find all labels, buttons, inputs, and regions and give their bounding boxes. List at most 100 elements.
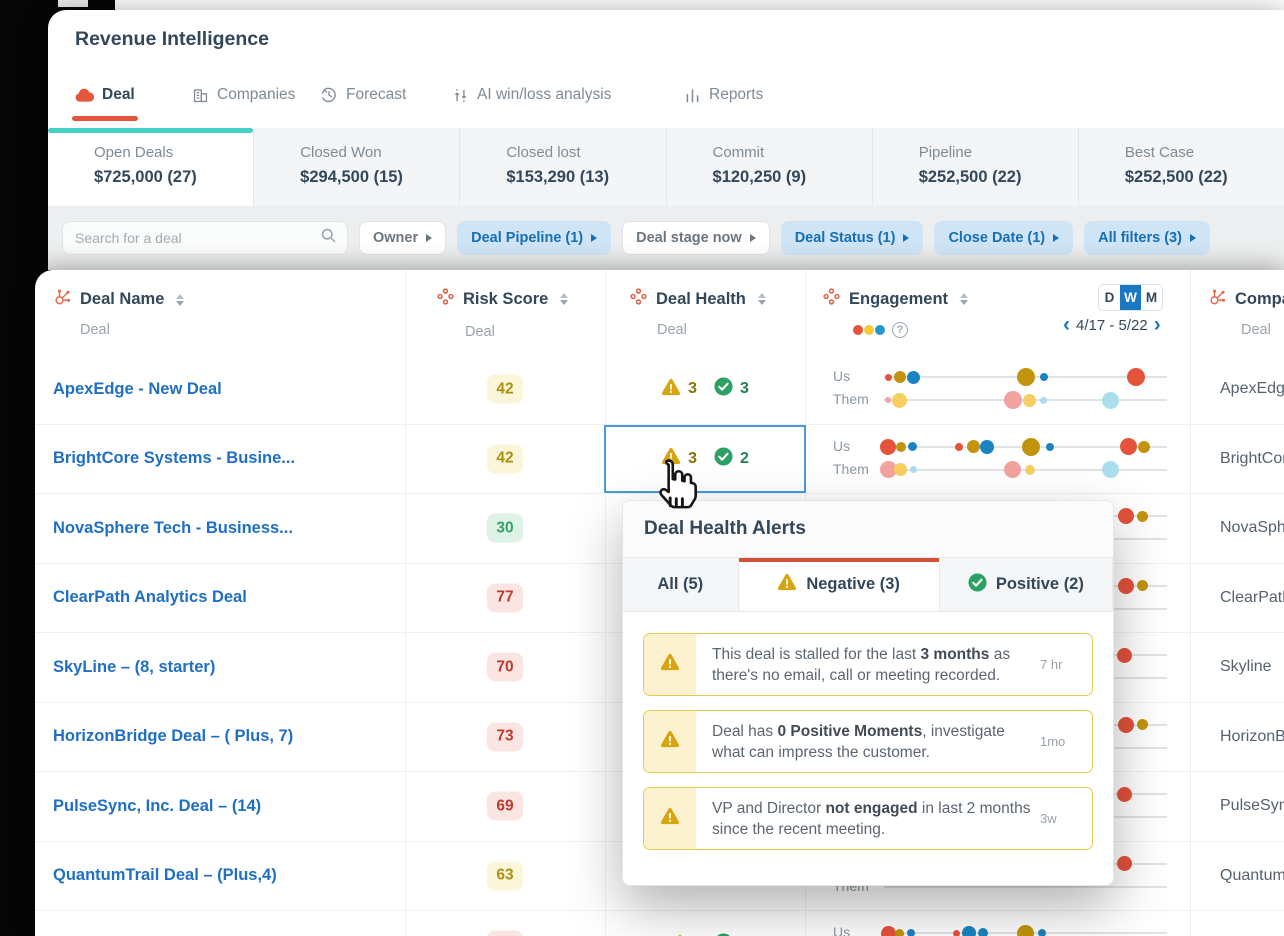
caret-right-icon [426, 234, 432, 242]
engagement-dot [967, 440, 980, 453]
engagement-dot [907, 371, 920, 384]
nav-tab-deal[interactable]: Deal [75, 80, 135, 110]
deal-name-link[interactable]: ClearPath Analytics Deal [53, 564, 247, 633]
engagement-dot [1118, 717, 1134, 733]
deal-name-header[interactable]: Deal Name [53, 288, 184, 311]
nav-tab-forecast[interactable]: Forecast [320, 80, 406, 110]
summary-card-closed-lost[interactable]: Closed lost$153,290 (13) [459, 128, 665, 206]
period-option-m[interactable]: M [1141, 285, 1162, 310]
search-input[interactable] [75, 230, 320, 246]
moments-icon [630, 288, 647, 310]
engagement-dot [1120, 438, 1137, 455]
health-alert-card[interactable]: Deal has 0 Positive Moments, investigate… [643, 710, 1093, 773]
sort-toggle-icon[interactable] [758, 293, 766, 305]
screen: Revenue Intelligence Deal Companies Foreca… [0, 0, 1284, 936]
engagement-dot [885, 374, 892, 381]
risk-score-badge: 73 [487, 722, 523, 751]
deal-health-cell[interactable] [605, 911, 805, 936]
filter-chip-deal-status-1-[interactable]: Deal Status (1) [781, 221, 924, 255]
engagement-dot [881, 926, 896, 936]
summary-card-open-deals[interactable]: Open Deals$725,000 (27) [48, 128, 253, 206]
engagement-dot [1023, 394, 1036, 407]
search-deal-box[interactable] [62, 221, 348, 255]
popup-tab-negative-3-[interactable]: Negative (3) [739, 558, 940, 611]
nav-tab-companies[interactable]: Companies [192, 80, 295, 110]
us-label: Us [833, 438, 850, 454]
sort-toggle-icon[interactable] [560, 293, 568, 305]
forecast-icon [320, 86, 338, 104]
alert-timestamp: 3w [1040, 788, 1092, 849]
deal-name-link[interactable]: NovaSphere Tech - Business... [53, 494, 293, 563]
filter-chip-close-date-1-[interactable]: Close Date (1) [934, 221, 1073, 255]
chip-label: All filters (3) [1098, 230, 1182, 246]
them-label: Them [833, 391, 869, 407]
chevron-left-icon[interactable]: ‹ [1063, 316, 1070, 334]
engagement-dot [1137, 511, 1148, 522]
us-label: Us [833, 924, 850, 936]
chip-label: Deal Status (1) [795, 230, 896, 246]
card-label: Best Case [1125, 144, 1274, 161]
negative-count: 3 [688, 380, 697, 398]
alert-stripe [644, 711, 696, 772]
sort-toggle-icon[interactable] [176, 294, 184, 306]
help-icon[interactable]: ? [892, 322, 908, 338]
summary-card-closed-won[interactable]: Closed Won$294,500 (15) [253, 128, 459, 206]
risk-score-badge: 70 [487, 653, 523, 682]
popup-title: Deal Health Alerts [623, 501, 1113, 558]
summary-card-best-case[interactable]: Best Case$252,500 (22) [1078, 128, 1284, 206]
alert-timestamp: 7 hr [1040, 634, 1092, 695]
caret-right-icon [750, 234, 756, 242]
alert-text: Deal has 0 Positive Moments, investigate… [696, 711, 1040, 772]
period-toggle[interactable]: DWM [1098, 284, 1163, 311]
engagement-dot [1004, 461, 1021, 478]
deal-health-header-sub: Deal [657, 322, 687, 338]
deal-name-header-label: Deal Name [80, 290, 164, 309]
caret-right-icon [591, 234, 597, 242]
engagement-dot [1040, 373, 1048, 381]
company-header-label: Company [1235, 290, 1284, 309]
table-row[interactable]: UsThem [35, 911, 1284, 936]
summary-card-pipeline[interactable]: Pipeline$252,500 (22) [872, 128, 1078, 206]
card-label: Pipeline [919, 144, 1068, 161]
deal-name-link[interactable]: ApexEdge - New Deal [53, 355, 222, 424]
nav-tab-reports[interactable]: Reports [684, 80, 763, 110]
summary-card-commit[interactable]: Commit$120,250 (9) [666, 128, 872, 206]
risk-score-header[interactable]: Risk Score [437, 288, 568, 310]
engagement-dot [1102, 461, 1119, 478]
filter-chip-all-filters-3-[interactable]: All filters (3) [1084, 221, 1210, 255]
company-header[interactable]: Company [1208, 288, 1284, 311]
engagement-header[interactable]: Engagement [823, 288, 968, 310]
deal-name-link[interactable]: HorizonBridge Deal – ( Plus, 7) [53, 703, 293, 772]
deal-name-link[interactable]: SkyLine – (8, starter) [53, 633, 215, 702]
filter-chip-deal-pipeline-1-[interactable]: Deal Pipeline (1) [457, 221, 611, 255]
table-row[interactable]: ApexEdge - New Deal4233UsThemApexEdge [35, 355, 1284, 425]
nav-tab-ai-win-loss-analysis[interactable]: AI win/loss analysis [452, 80, 611, 110]
filter-chip-owner[interactable]: Owner [359, 221, 446, 255]
chevron-right-icon[interactable]: › [1154, 316, 1161, 334]
sprocket-icon [53, 288, 71, 311]
company-header-sub: Deal [1241, 322, 1271, 338]
warning-icon [661, 447, 681, 470]
deal-health-cell[interactable]: 32 [605, 425, 805, 494]
deal-health-cell[interactable]: 33 [605, 355, 805, 424]
popup-tab-all-5-[interactable]: All (5) [623, 558, 739, 611]
deal-name-link[interactable]: PulseSync, Inc. Deal – (14) [53, 772, 261, 841]
legend-dot-icon [864, 325, 874, 335]
deal-health-header[interactable]: Deal Health [630, 288, 766, 310]
filter-chip-deal-stage-now[interactable]: Deal stage now [622, 221, 770, 255]
period-option-w[interactable]: W [1120, 285, 1141, 310]
warning-icon [660, 730, 680, 753]
sort-toggle-icon[interactable] [960, 293, 968, 305]
health-alert-card[interactable]: VP and Director not engaged in last 2 mo… [643, 787, 1093, 850]
chip-label: Deal stage now [636, 230, 742, 246]
engagement-dot [962, 926, 976, 936]
period-option-d[interactable]: D [1099, 285, 1120, 310]
engagement-dot [1017, 368, 1035, 386]
page-title: Revenue Intelligence [75, 28, 269, 51]
deal-name-link[interactable]: QuantumTrail Deal – (Plus,4) [53, 842, 277, 911]
alert-timestamp: 1mo [1040, 711, 1092, 772]
popup-tab-positive-2-[interactable]: Positive (2) [940, 558, 1113, 611]
table-row[interactable]: BrightCore Systems - Busine...4232UsThem… [35, 425, 1284, 495]
health-alert-card[interactable]: This deal is stalled for the last 3 mont… [643, 633, 1093, 696]
deal-name-link[interactable]: BrightCore Systems - Busine... [53, 425, 295, 494]
